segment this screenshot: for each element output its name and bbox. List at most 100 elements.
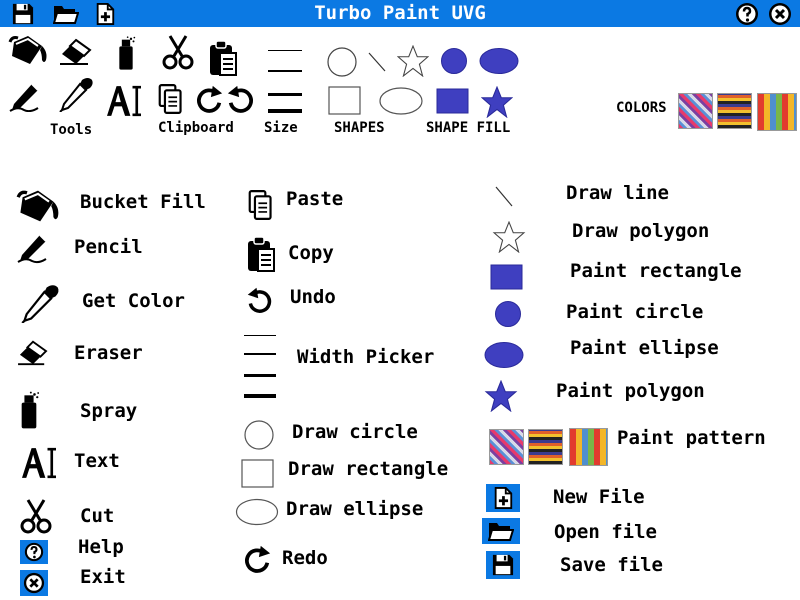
legend-help: Help <box>78 536 124 558</box>
legend-exit: Exit <box>80 566 126 588</box>
circle-shape-icon[interactable] <box>326 46 358 78</box>
redo-icon[interactable] <box>194 84 224 114</box>
tools-group-label: Tools <box>50 122 93 138</box>
help-icon <box>735 2 759 26</box>
line-icon <box>495 186 513 207</box>
pattern-1-swatch <box>489 429 524 465</box>
help-legend-badge <box>20 540 48 564</box>
legend-text: Text <box>74 450 120 472</box>
star-outline-icon[interactable] <box>397 45 429 77</box>
new-file-button[interactable] <box>92 2 118 26</box>
close-icon <box>23 572 45 594</box>
exit-legend-badge <box>20 570 48 596</box>
undo-icon <box>246 286 274 314</box>
save-icon <box>492 554 514 576</box>
close-button[interactable] <box>766 1 794 27</box>
width-sample-medium <box>244 353 276 355</box>
filled-star-icon[interactable] <box>481 86 513 118</box>
legend-redo: Redo <box>282 547 328 569</box>
save-button[interactable] <box>10 2 36 26</box>
folder-open-icon <box>488 520 514 542</box>
new-file-icon <box>492 487 514 509</box>
colors-label: COLORS <box>616 100 667 116</box>
filled-circle-icon <box>495 301 521 327</box>
legend-spray: Spray <box>80 400 138 422</box>
shapes-group-label: SHAPES <box>334 120 385 136</box>
legend-pencil: Pencil <box>74 236 143 258</box>
pencil-tool-icon[interactable] <box>8 80 44 112</box>
filled-ellipse-icon <box>484 342 524 368</box>
legend-save-file: Save file <box>560 554 663 576</box>
line-width-thin[interactable] <box>268 50 302 51</box>
width-sample-thin <box>244 335 276 336</box>
color-pattern-2-swatch[interactable] <box>717 93 752 129</box>
legend-draw-polygon: Draw polygon <box>572 220 710 242</box>
legend-paint-polygon: Paint polygon <box>556 380 705 402</box>
clipboard-copy-icon[interactable] <box>208 38 238 78</box>
filled-star-icon <box>484 380 518 412</box>
line-width-thick[interactable] <box>268 93 302 96</box>
close-icon <box>768 2 792 26</box>
line-shape-icon[interactable] <box>366 50 388 74</box>
legend-paint-ellipse: Paint ellipse <box>570 337 719 359</box>
spray-can-icon <box>18 389 40 431</box>
legend-width-picker: Width Picker <box>297 346 435 368</box>
ellipse-shape-icon[interactable] <box>378 86 424 116</box>
width-sample-thick <box>244 374 276 377</box>
legend-draw-circle: Draw circle <box>292 421 418 443</box>
legend-cut: Cut <box>80 505 115 527</box>
help-icon <box>24 542 44 562</box>
legend-paint-rectangle: Paint rectangle <box>570 260 742 282</box>
eraser-tool-icon[interactable] <box>58 36 94 66</box>
filled-rectangle-icon[interactable] <box>436 88 470 114</box>
rectangle-outline-icon <box>241 459 274 488</box>
folder-open-icon <box>53 3 79 25</box>
pencil-icon <box>16 230 52 264</box>
scissors-cut-icon[interactable] <box>160 33 196 71</box>
color-pattern-1-swatch[interactable] <box>678 93 713 129</box>
width-sample-thickest <box>244 394 276 398</box>
scissors-icon <box>18 497 54 535</box>
rectangle-shape-icon[interactable] <box>328 86 362 116</box>
filled-ellipse-icon[interactable] <box>478 46 520 76</box>
save-icon <box>12 3 34 25</box>
legend-undo: Undo <box>290 286 336 308</box>
legend-open-file: Open file <box>554 521 657 543</box>
help-button[interactable] <box>734 1 760 27</box>
legend-paint-circle: Paint circle <box>566 301 704 323</box>
legend-eraser: Eraser <box>74 342 143 364</box>
text-tool-icon[interactable] <box>104 84 144 118</box>
text-cursor-icon <box>18 446 60 480</box>
new-file-icon <box>94 3 116 25</box>
window-title: Turbo Paint UVG <box>314 2 486 24</box>
paste-icon[interactable] <box>158 82 184 116</box>
open-button[interactable] <box>52 2 80 26</box>
save-file-legend-badge <box>486 551 520 579</box>
legend-draw-ellipse: Draw ellipse <box>286 498 424 520</box>
filled-circle-icon[interactable] <box>439 46 469 76</box>
filled-rectangle-icon <box>490 264 523 290</box>
line-width-medium[interactable] <box>268 70 302 72</box>
pattern-3-swatch <box>569 428 608 466</box>
pattern-2-swatch <box>528 429 563 465</box>
eyedropper-icon <box>20 283 60 323</box>
paste-icon <box>248 188 274 222</box>
legend-get-color: Get Color <box>82 290 185 312</box>
ellipse-outline-icon <box>235 498 279 526</box>
color-pattern-3-swatch[interactable] <box>757 93 797 131</box>
undo-icon[interactable] <box>226 84 256 114</box>
size-group-label: Size <box>264 120 298 136</box>
color-picker-tool-icon[interactable] <box>58 76 94 112</box>
clipboard-group-label: Clipboard <box>158 120 234 136</box>
legend-draw-line: Draw line <box>566 182 669 204</box>
new-file-legend-badge <box>486 484 520 512</box>
legend-new-file: New File <box>553 486 645 508</box>
legend-bucket-fill: Bucket Fill <box>80 191 206 213</box>
shape-fill-group-label: SHAPE FILL <box>426 120 511 136</box>
legend-paint-pattern: Paint pattern <box>617 427 766 449</box>
eraser-icon <box>16 338 50 366</box>
line-width-thickest[interactable] <box>268 109 302 113</box>
bucket-fill-tool-icon[interactable] <box>8 34 48 66</box>
spray-tool-icon[interactable] <box>116 33 136 73</box>
legend-paste: Paste <box>286 188 344 210</box>
